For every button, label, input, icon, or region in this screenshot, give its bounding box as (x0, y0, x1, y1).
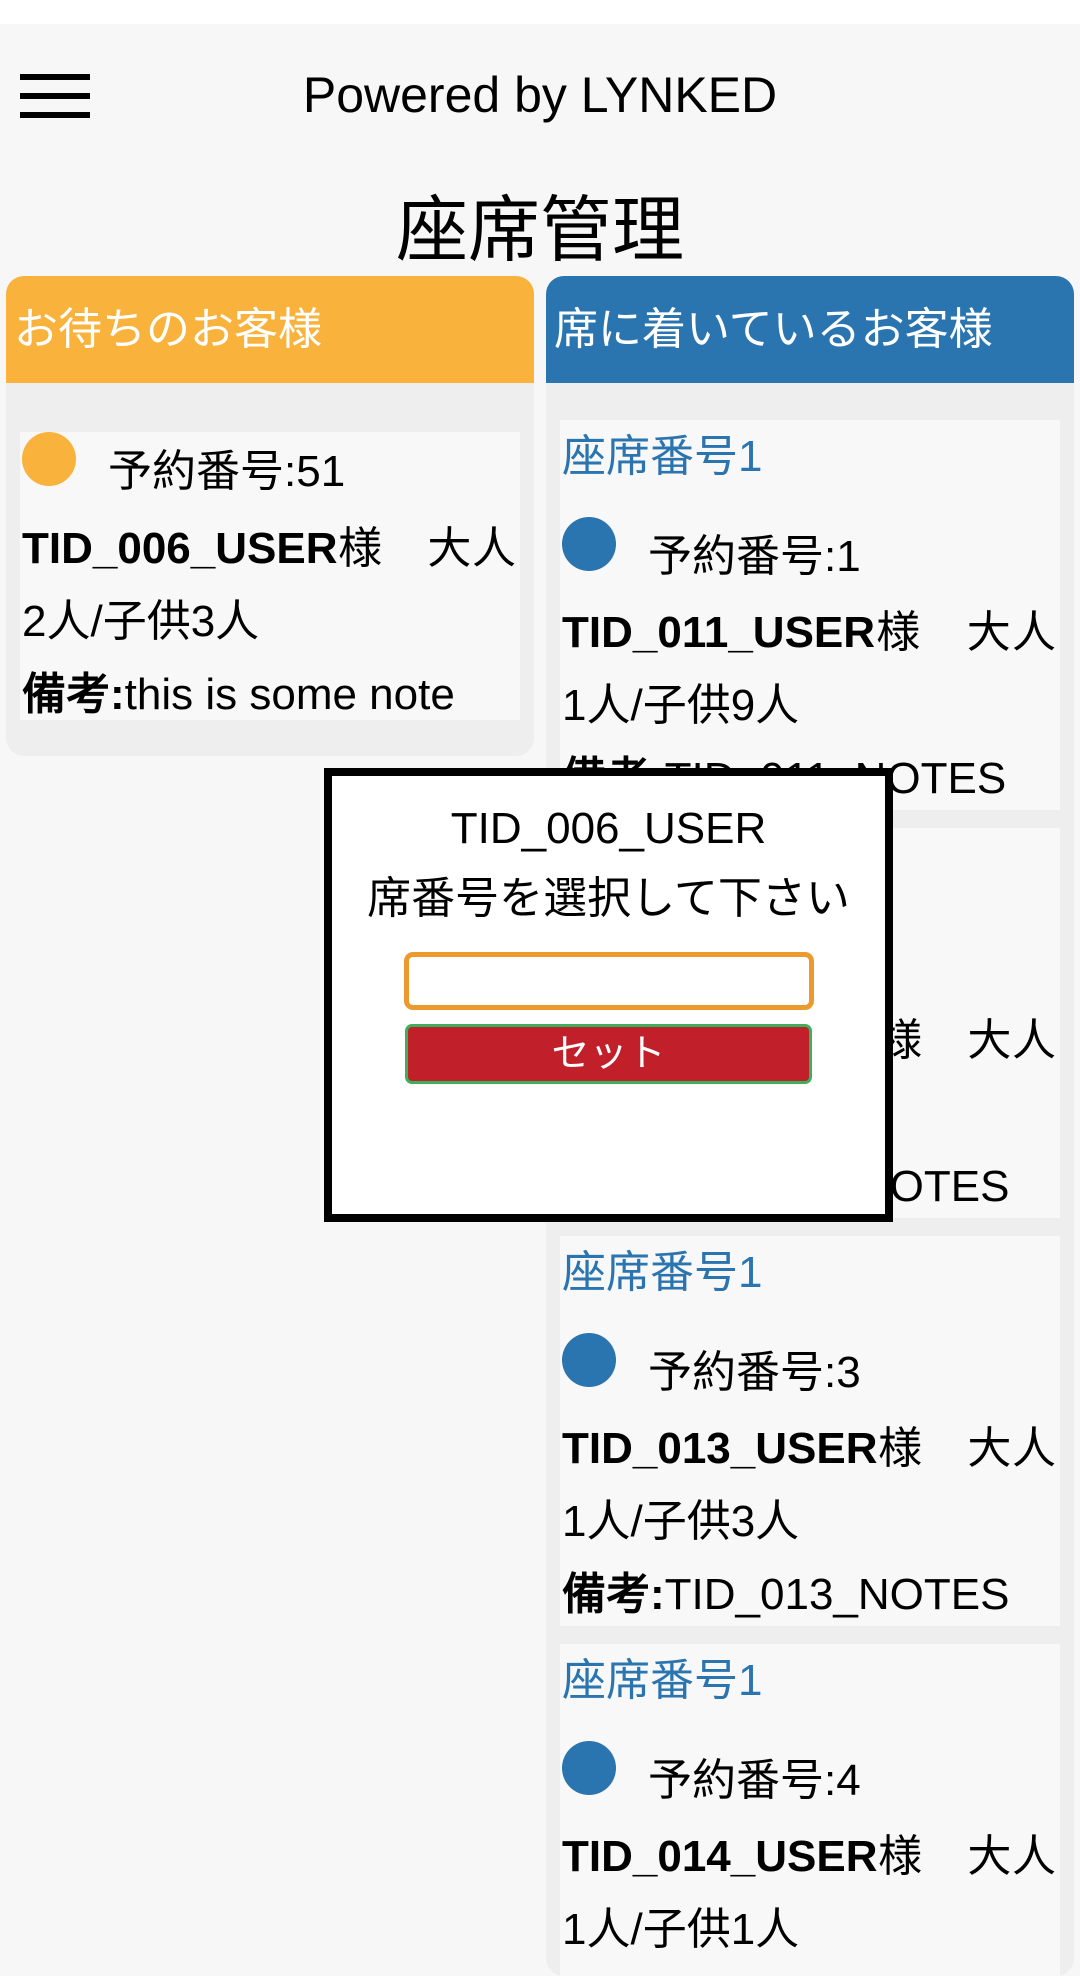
seat-number: 座席番号1 (562, 1248, 763, 1297)
customer-name: TID_011_USER (562, 608, 876, 657)
customer-info: TID_011_USER様 大人1人/子供9人 (562, 596, 1056, 742)
customer-info: TID_006_USER様 大人2人/子供3人 (22, 512, 516, 658)
modal-prompt: 席番号を選択して下さい (367, 874, 850, 923)
page-title: 座席管理 (395, 191, 684, 271)
status-dot-icon (562, 517, 616, 571)
reservation-number: 予約番号:3 (648, 1348, 861, 1397)
seat-number: 座席番号1 (562, 1656, 763, 1705)
note-text: this is some note (124, 670, 455, 719)
waiting-panel-header: お待ちのお客様 (6, 276, 534, 383)
modal-message: TID_006_USER 席番号を選択して下さい (332, 794, 885, 934)
note-label: 備考: (562, 1570, 665, 1619)
status-bar (0, 0, 1080, 24)
waiting-card[interactable]: 予約番号:51 TID_006_USER様 大人2人/子供3人 備考:this … (20, 432, 520, 720)
seat-number: 座席番号1 (562, 432, 763, 481)
customer-info: TID_014_USER様 大人1人/子供1人 (562, 1820, 1056, 1966)
note: 備考:this is some note (22, 658, 516, 731)
set-button[interactable]: セット (405, 1024, 812, 1084)
customer-name: TID_006_USER (22, 524, 338, 573)
seat-select-modal: TID_006_USER 席番号を選択して下さい セット (324, 768, 893, 1222)
status-dot-icon (22, 432, 76, 486)
status-dot-icon (562, 1741, 616, 1795)
seated-panel-header: 席に着いているお客様 (546, 276, 1074, 383)
waiting-panel: お待ちのお客様 予約番号:51 TID_006_USER様 大人2人/子供3人 … (6, 276, 534, 756)
powered-by-label: Powered by LYNKED (302, 67, 778, 123)
note-label: 備考: (22, 670, 125, 719)
status-dot-icon (562, 1333, 616, 1387)
reservation-number: 予約番号:4 (648, 1756, 861, 1805)
customer-info: TID_013_USER様 大人1人/子供3人 (562, 1412, 1056, 1558)
modal-user: TID_006_USER (450, 804, 767, 853)
customer-name: TID_013_USER (562, 1424, 878, 1473)
note-text: TID_013_NOTES (664, 1570, 1010, 1619)
seat-number-input[interactable] (403, 952, 814, 1010)
note: 備考:TID_014_NOTES (562, 1966, 1056, 1976)
reservation-number: 予約番号:1 (648, 532, 861, 581)
note: 備考:TID_013_NOTES (562, 1558, 1056, 1626)
customer-name: TID_014_USER (562, 1832, 878, 1881)
reservation-number: 予約番号:51 (108, 447, 346, 496)
seated-card[interactable]: 座席番号1 予約番号:3 TID_013_USER様 大人1人/子供3人 備考:… (560, 1236, 1060, 1626)
seated-card[interactable]: 座席番号1 予約番号:1 TID_011_USER様 大人1人/子供9人 備考:… (560, 420, 1060, 810)
seated-card[interactable]: 座席番号1 予約番号:4 TID_014_USER様 大人1人/子供1人 備考:… (560, 1644, 1060, 1976)
